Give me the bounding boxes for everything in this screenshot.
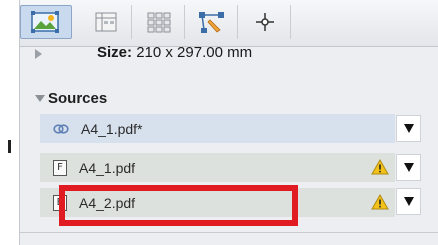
source-dropdown-button[interactable] (396, 188, 421, 215)
doc-f-icon: F (53, 159, 67, 176)
toolbar (20, 0, 438, 47)
window-edge-mark (8, 140, 11, 153)
divider (20, 232, 438, 233)
layout-image-button[interactable] (20, 5, 72, 39)
source-dropdown-button[interactable] (396, 154, 421, 181)
red-highlight-box (59, 185, 298, 226)
dropdown-arrow-icon (403, 124, 414, 133)
dropdown-arrow-icon (403, 197, 414, 206)
expand-arrow-icon[interactable] (35, 49, 42, 59)
link-icon (53, 121, 69, 137)
warning-icon (371, 159, 389, 175)
warning-icon (371, 194, 389, 210)
size-label: Size: (97, 46, 133, 61)
layout-image-icon (31, 11, 59, 33)
path-edit-button[interactable] (186, 5, 238, 39)
crosshair-button[interactable] (239, 5, 291, 39)
table-grid-icon (95, 12, 116, 32)
dropdown-arrow-icon (403, 163, 414, 172)
crosshair-icon (255, 13, 274, 31)
sources-section-header[interactable]: Sources (35, 88, 107, 108)
tile-grid-button[interactable] (133, 5, 185, 39)
source-dropdown-button[interactable] (396, 115, 421, 142)
source-item-a4-1[interactable]: F A4_1.pdf (40, 153, 395, 182)
path-edit-icon (198, 12, 224, 33)
page-size-row: Size: 210 x 297.00 mm (20, 46, 438, 66)
size-value: 210 x 297.00 mm (136, 46, 253, 61)
source-name: A4_1.pdf (79, 159, 136, 176)
collapse-triangle-icon[interactable] (35, 94, 45, 102)
tile-grid-icon (147, 12, 170, 33)
source-name: A4_1.pdf* (81, 120, 143, 137)
sources-panel: Size: 210 x 297.00 mm Sources A4_1.pdf* … (19, 0, 438, 245)
sources-title: Sources (48, 89, 108, 107)
source-item-a4-1-modified[interactable]: A4_1.pdf* (40, 114, 395, 143)
table-grid-button[interactable] (80, 5, 132, 39)
